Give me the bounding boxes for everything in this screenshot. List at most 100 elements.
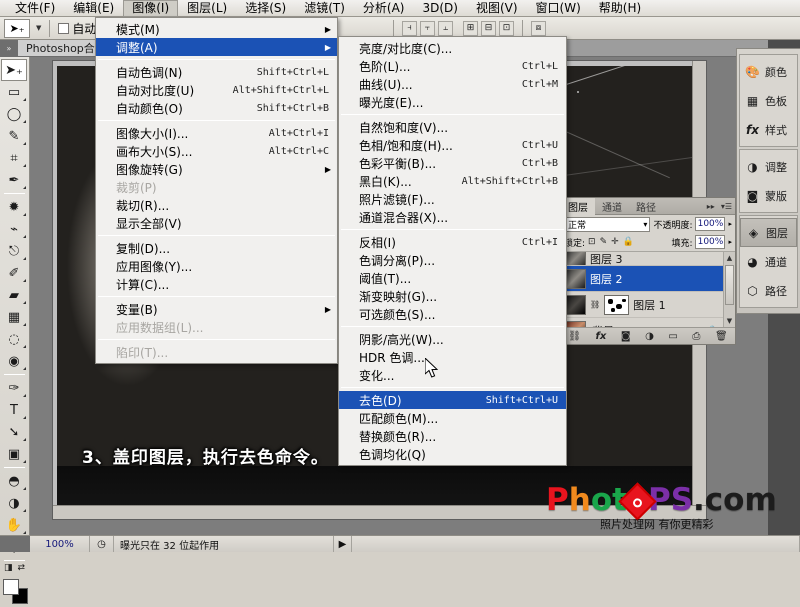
- move-tool-icon[interactable]: ➤₊: [4, 18, 30, 38]
- new-layer-icon[interactable]: ⎙: [692, 331, 700, 342]
- menu-item-auto-tone[interactable]: 自动色调(N) Shift+Ctrl+L: [96, 63, 337, 81]
- panel-item-color[interactable]: 🎨 颜色: [740, 57, 797, 86]
- lock-image-pixels-icon[interactable]: ✎: [600, 237, 608, 247]
- menu-item-apply-image[interactable]: 应用图像(Y)...: [96, 257, 337, 275]
- layer-mask-thumbnail[interactable]: [604, 294, 630, 315]
- scrollbar-thumb[interactable]: [725, 265, 734, 305]
- panel-item-paths[interactable]: ⬡ 路径: [740, 276, 797, 305]
- fill-slider-arrow-icon[interactable]: ▸: [728, 238, 732, 246]
- color-swatches[interactable]: [2, 577, 30, 607]
- delete-layer-icon[interactable]: 🗑: [715, 331, 728, 342]
- menu-analysis[interactable]: 分析(A): [354, 0, 414, 17]
- panel-menu-icon[interactable]: ▾☰: [718, 202, 735, 211]
- menu-item-color-balance[interactable]: 色彩平衡(B)... Ctrl+B: [339, 154, 566, 172]
- lasso-tool[interactable]: ◯: [0, 103, 28, 125]
- layer-row-1[interactable]: ⛓ 图层 1: [561, 292, 735, 318]
- panel-item-swatches[interactable]: ▦ 色板: [740, 86, 797, 115]
- crop-tool[interactable]: ⌗: [0, 147, 28, 169]
- menu-filter[interactable]: 滤镜(T): [295, 0, 354, 17]
- lock-position-icon[interactable]: ✛: [611, 237, 619, 247]
- menu-item-levels[interactable]: 色阶(L)... Ctrl+L: [339, 57, 566, 75]
- layer-row-2[interactable]: 图层 2: [561, 266, 735, 292]
- gradient-tool[interactable]: ▦: [0, 306, 28, 328]
- menu-item-image-size[interactable]: 图像大小(I)... Alt+Ctrl+I: [96, 124, 337, 142]
- menu-item-auto-color[interactable]: 自动颜色(O) Shift+Ctrl+B: [96, 99, 337, 117]
- menu-item-auto-contrast[interactable]: 自动对比度(U) Alt+Shift+Ctrl+L: [96, 81, 337, 99]
- menu-item-gradient-map[interactable]: 渐变映射(G)...: [339, 287, 566, 305]
- status-expand-arrow-icon[interactable]: ▶: [334, 536, 352, 552]
- panel-item-styles[interactable]: fx 样式: [740, 115, 797, 144]
- eraser-tool[interactable]: ▰: [0, 284, 28, 306]
- menu-item-variations[interactable]: 变化...: [339, 366, 566, 384]
- checkbox-box[interactable]: [58, 22, 70, 34]
- align-bottom-edges-icon[interactable]: ⊡: [499, 20, 514, 36]
- rectangular-marquee-tool[interactable]: ▭: [0, 81, 28, 103]
- distribute-icon[interactable]: ⧈: [531, 20, 546, 36]
- menu-help[interactable]: 帮助(H): [590, 0, 650, 17]
- brush-tool[interactable]: ⌁: [0, 218, 28, 240]
- tab-paths[interactable]: 路径: [629, 198, 663, 215]
- menu-item-shadows-highlights[interactable]: 阴影/高光(W)...: [339, 330, 566, 348]
- menu-layer[interactable]: 图层(L): [178, 0, 236, 17]
- menu-item-match-color[interactable]: 匹配颜色(M)...: [339, 409, 566, 427]
- move-tool[interactable]: ➤₊: [1, 59, 27, 81]
- menu-item-posterize[interactable]: 色调分离(P)...: [339, 251, 566, 269]
- scroll-down-icon[interactable]: ▼: [724, 315, 735, 327]
- align-horizontal-centers-icon[interactable]: ⫟: [420, 20, 435, 36]
- scroll-up-icon[interactable]: ▲: [724, 252, 735, 264]
- menu-item-canvas-size[interactable]: 画布大小(S)... Alt+Ctrl+C: [96, 142, 337, 160]
- swap-colors-icon[interactable]: ⇄: [17, 563, 25, 573]
- menu-window[interactable]: 窗口(W): [527, 0, 590, 17]
- menu-item-curves[interactable]: 曲线(U)... Ctrl+M: [339, 75, 566, 93]
- menu-item-invert[interactable]: 反相(I) Ctrl+I: [339, 233, 566, 251]
- zoom-level[interactable]: 100%: [30, 536, 90, 552]
- menu-item-photo-filter[interactable]: 照片滤镜(F)...: [339, 190, 566, 208]
- menu-3d[interactable]: 3D(D): [413, 0, 466, 17]
- menu-item-reveal-all[interactable]: 显示全部(V): [96, 214, 337, 232]
- link-mask-icon[interactable]: ⛓: [590, 300, 600, 309]
- blend-mode-select[interactable]: 正常 ▾: [564, 216, 651, 232]
- menu-item-vibrance[interactable]: 自然饱和度(V)...: [339, 118, 566, 136]
- menu-item-threshold[interactable]: 阈值(T)...: [339, 269, 566, 287]
- layer-list[interactable]: 图层 3 图层 2 ⛓ 图层 1 背景 🔒 ▲ ▼: [561, 251, 735, 327]
- default-colors-icon[interactable]: ◨: [4, 563, 13, 573]
- 3d-orbit-tool[interactable]: ◑: [0, 492, 28, 514]
- menu-item-variables[interactable]: 变量(B) ▶: [96, 300, 337, 318]
- eyedropper-tool[interactable]: ✒: [0, 169, 28, 191]
- menu-item-calculations[interactable]: 计算(C)...: [96, 275, 337, 293]
- tab-channels[interactable]: 通道: [595, 198, 629, 215]
- layer-row-background[interactable]: 背景 🔒: [561, 318, 735, 327]
- foreground-color-swatch[interactable]: [3, 579, 19, 595]
- lock-all-icon[interactable]: 🔒: [623, 237, 634, 247]
- spot-healing-brush-tool[interactable]: ✹: [0, 196, 28, 218]
- hand-tool[interactable]: ✋: [0, 514, 28, 536]
- menu-item-brightness-contrast[interactable]: 亮度/对比度(C)...: [339, 39, 566, 57]
- collapse-panel-icon[interactable]: ▸▸: [704, 202, 718, 211]
- menu-file[interactable]: 文件(F): [6, 0, 64, 17]
- dodge-tool[interactable]: ◉: [0, 350, 28, 372]
- pen-tool[interactable]: ✑: [0, 377, 28, 399]
- layer-style-fx-icon[interactable]: fx: [596, 331, 607, 342]
- layers-scrollbar[interactable]: ▲ ▼: [723, 252, 735, 327]
- menu-item-selective-color[interactable]: 可选颜色(S)...: [339, 305, 566, 323]
- fill-value[interactable]: 100%: [695, 235, 726, 249]
- chevron-down-icon[interactable]: ▼: [36, 24, 41, 32]
- menu-item-hue-saturation[interactable]: 色相/饱和度(H)... Ctrl+U: [339, 136, 566, 154]
- menu-item-trim[interactable]: 裁切(R)...: [96, 196, 337, 214]
- add-layer-mask-icon[interactable]: ◙: [621, 331, 631, 342]
- menu-edit[interactable]: 编辑(E): [64, 0, 123, 17]
- menu-item-replace-color[interactable]: 替换颜色(R)...: [339, 427, 566, 445]
- new-adjustment-layer-icon[interactable]: ◑: [645, 331, 654, 342]
- path-selection-tool[interactable]: ➘: [0, 421, 28, 443]
- lock-transparent-pixels-icon[interactable]: ⊡: [588, 237, 596, 247]
- menu-item-equalize[interactable]: 色调均化(Q): [339, 445, 566, 463]
- new-group-icon[interactable]: ▭: [668, 331, 677, 342]
- panel-item-adjustments[interactable]: ◑ 调整: [740, 152, 797, 181]
- menu-item-mode[interactable]: 模式(M) ▶: [96, 20, 337, 38]
- opacity-value[interactable]: 100%: [695, 217, 726, 231]
- document-info-icon[interactable]: ◷: [90, 536, 114, 552]
- link-layers-icon[interactable]: ⛓: [568, 331, 581, 342]
- align-top-edges-icon[interactable]: ⊞: [463, 20, 478, 36]
- menu-item-channel-mixer[interactable]: 通道混合器(X)...: [339, 208, 566, 226]
- menu-item-black-and-white[interactable]: 黑白(K)... Alt+Shift+Ctrl+B: [339, 172, 566, 190]
